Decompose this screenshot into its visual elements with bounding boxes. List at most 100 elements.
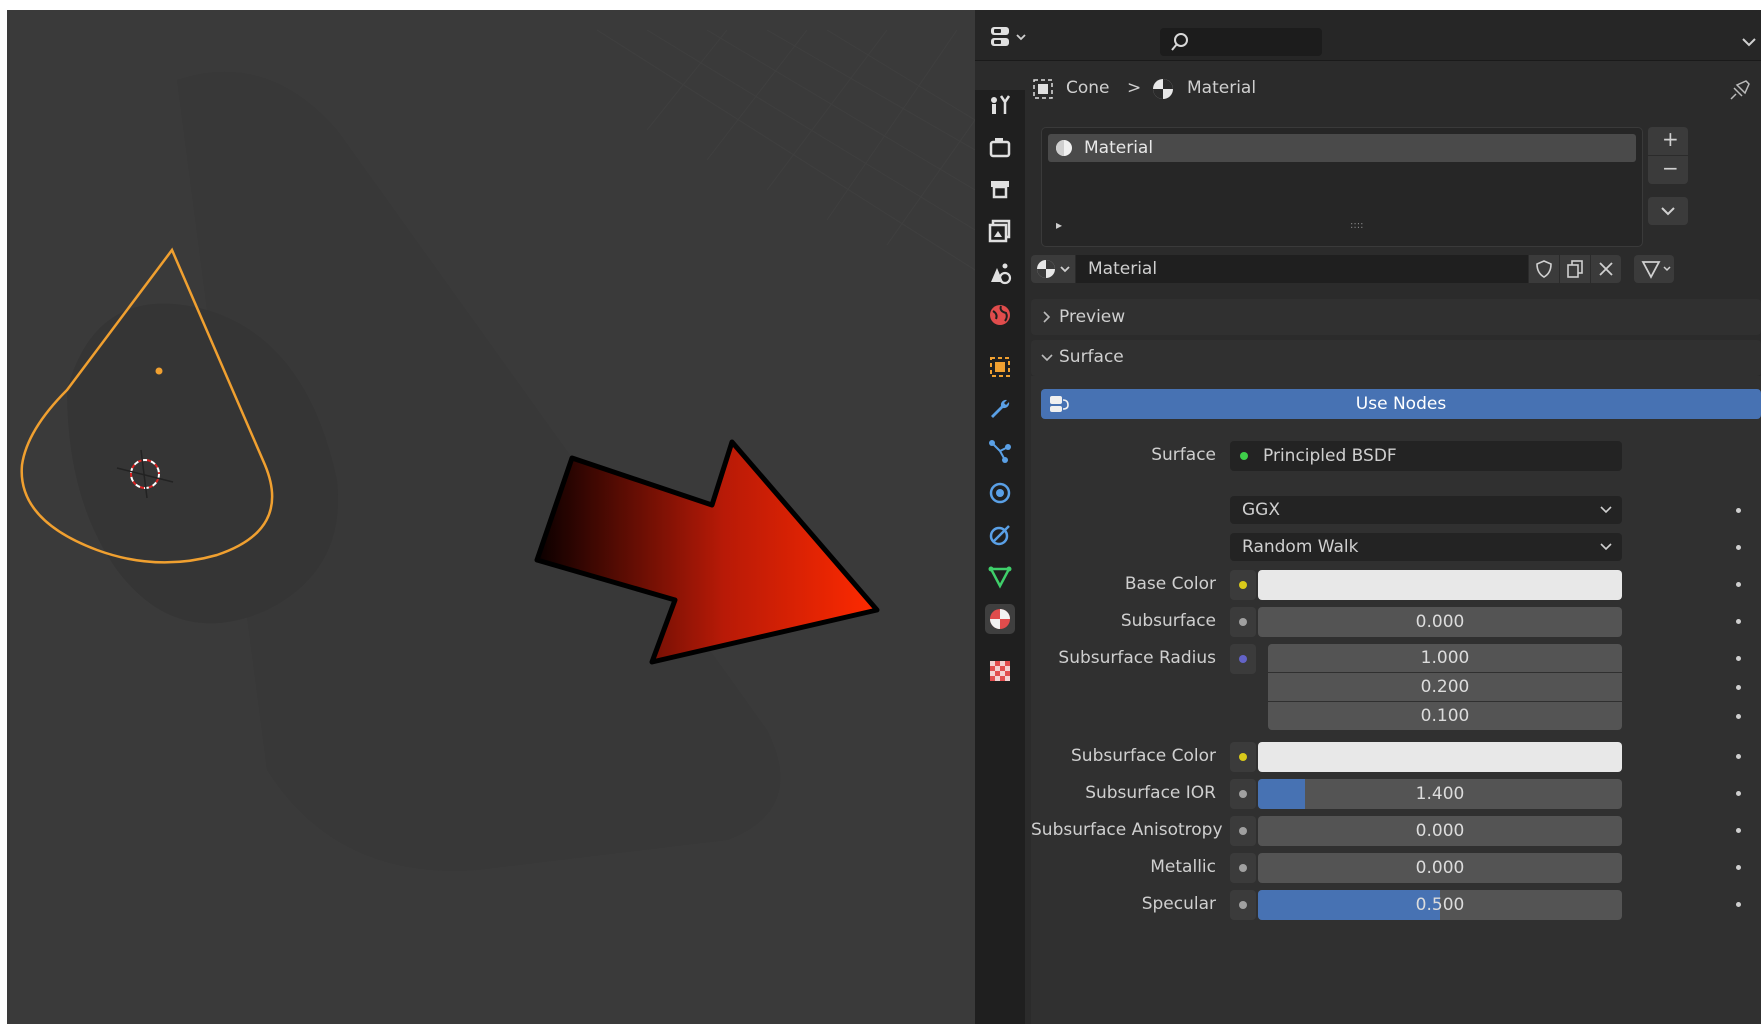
- search-input[interactable]: [1160, 28, 1322, 56]
- search-icon: [1171, 33, 1188, 51]
- metallic-socket[interactable]: [1230, 853, 1256, 883]
- subsurface-color-socket[interactable]: [1230, 742, 1256, 772]
- tab-object[interactable]: [985, 352, 1015, 382]
- scene-icon: [991, 263, 1012, 285]
- keyframe-dot[interactable]: [1736, 828, 1741, 833]
- chevron-right-icon: [1043, 311, 1051, 323]
- preview-panel-header[interactable]: Preview: [1031, 299, 1761, 335]
- color-socket-icon: [1239, 581, 1247, 589]
- preview-panel-title: Preview: [1059, 307, 1126, 327]
- material-name-field[interactable]: Material: [1076, 255, 1528, 283]
- tab-output[interactable]: [985, 174, 1015, 204]
- duplicate-material-button[interactable]: [1560, 255, 1590, 283]
- breadcrumb: Cone > Material: [1031, 74, 1750, 104]
- keyframe-dot[interactable]: [1736, 791, 1741, 796]
- specular-socket[interactable]: [1230, 890, 1256, 920]
- metallic-slider[interactable]: 0.000: [1258, 853, 1622, 883]
- keyframe-dot[interactable]: [1736, 685, 1741, 690]
- keyframe-dot[interactable]: [1736, 714, 1741, 719]
- base-color-swatch[interactable]: [1258, 570, 1622, 600]
- tab-texture[interactable]: [985, 656, 1015, 686]
- surface-panel-header[interactable]: Surface: [1031, 340, 1761, 376]
- keyframe-dot[interactable]: [1736, 619, 1741, 624]
- subsurface-method-dropdown[interactable]: Random Walk: [1230, 533, 1622, 561]
- modifier-icon: [991, 399, 1010, 418]
- grid-floor: [596, 29, 975, 271]
- color-socket-icon: [1239, 753, 1247, 761]
- tab-constraints[interactable]: [985, 520, 1015, 550]
- tab-material[interactable]: [985, 604, 1015, 634]
- pin-icon[interactable]: [1728, 76, 1754, 102]
- physics-icon: [989, 482, 1011, 504]
- editor-type-icon: [991, 27, 1026, 46]
- link-mode-button[interactable]: [1634, 255, 1674, 283]
- tab-scene[interactable]: [985, 258, 1015, 288]
- base-color-label: Base Color: [1124, 574, 1216, 594]
- slot-specials-button[interactable]: [1648, 197, 1688, 225]
- keyframe-dot[interactable]: [1736, 582, 1741, 587]
- editor-type-button[interactable]: [987, 24, 1031, 50]
- tab-render[interactable]: [985, 132, 1015, 162]
- tab-tool[interactable]: [985, 90, 1015, 120]
- subsurface-ior-slider[interactable]: 1.400: [1258, 779, 1622, 809]
- remove-slot-button[interactable]: −: [1648, 156, 1688, 184]
- breadcrumb-material: Material: [1187, 78, 1257, 98]
- material-slot-list[interactable]: Material ▸ ::::: [1041, 127, 1643, 247]
- add-slot-button[interactable]: +: [1648, 127, 1688, 155]
- tab-particles[interactable]: [985, 436, 1015, 466]
- subsurface-ior-label: Subsurface IOR: [1085, 783, 1216, 803]
- material-slot-label: Material: [1084, 138, 1154, 158]
- world-icon: [990, 305, 1010, 325]
- subsurface-radius-y[interactable]: 0.200: [1268, 673, 1622, 701]
- base-color-socket[interactable]: [1230, 570, 1256, 600]
- particles-icon: [989, 440, 1011, 463]
- keyframe-dot[interactable]: [1736, 754, 1741, 759]
- subsurface-label: Subsurface: [1120, 611, 1216, 631]
- subsurface-anisotropy-slider[interactable]: 0.000: [1258, 816, 1622, 846]
- options-chevron-icon[interactable]: [1737, 32, 1761, 52]
- subsurface-radius-x[interactable]: 1.000: [1268, 644, 1622, 672]
- properties-header: [975, 10, 1761, 61]
- subsurface-slider[interactable]: 0.000: [1258, 607, 1622, 637]
- keyframe-dot[interactable]: [1736, 656, 1741, 661]
- material-browse-button[interactable]: [1031, 255, 1075, 283]
- subsurface-ior-value: 1.400: [1415, 784, 1465, 804]
- subsurface-color-label: Subsurface Color: [1071, 746, 1216, 766]
- subsurface-socket[interactable]: [1230, 607, 1256, 637]
- surface-shader-field[interactable]: Principled BSDF: [1230, 441, 1622, 471]
- chevron-down-icon: [1600, 506, 1612, 514]
- chevron-down-icon: [1661, 207, 1675, 216]
- subsurface-radius-socket[interactable]: [1230, 644, 1256, 674]
- fake-user-button[interactable]: [1529, 255, 1559, 283]
- specular-label: Specular: [1141, 894, 1216, 914]
- metallic-label: Metallic: [1150, 857, 1216, 877]
- keyframe-dot[interactable]: [1736, 902, 1741, 907]
- subsurface-anisotropy-socket[interactable]: [1230, 816, 1256, 846]
- texture-icon: [990, 661, 1010, 681]
- material-slot-row[interactable]: Material: [1048, 134, 1636, 162]
- subsurface-radius-z[interactable]: 0.100: [1268, 702, 1622, 730]
- material-name: Material: [1088, 259, 1158, 279]
- breadcrumb-object: Cone: [1066, 78, 1110, 98]
- tab-view-layer[interactable]: [985, 216, 1015, 246]
- resize-grip-icon[interactable]: ::::: [1350, 220, 1363, 231]
- keyframe-dot[interactable]: [1736, 545, 1741, 550]
- material-preview-icon: [1056, 140, 1072, 156]
- keyframe-dot[interactable]: [1736, 865, 1741, 870]
- view-layer-icon: [988, 219, 1011, 243]
- distribution-dropdown[interactable]: GGX: [1230, 496, 1622, 524]
- 3d-viewport[interactable]: [7, 10, 975, 1024]
- subsurface-ior-socket[interactable]: [1230, 779, 1256, 809]
- keyframe-dot[interactable]: [1736, 508, 1741, 513]
- tab-physics[interactable]: [985, 478, 1015, 508]
- use-nodes-button[interactable]: Use Nodes: [1041, 389, 1761, 419]
- tab-data[interactable]: [985, 562, 1015, 592]
- specular-slider[interactable]: 0.500: [1258, 890, 1622, 920]
- tab-modifier[interactable]: [985, 394, 1015, 424]
- tab-world[interactable]: [985, 300, 1015, 330]
- expand-triangle-icon[interactable]: ▸: [1056, 218, 1062, 232]
- unlink-material-button[interactable]: [1591, 255, 1621, 283]
- distribution-value: GGX: [1242, 500, 1280, 520]
- subsurface-method-value: Random Walk: [1242, 537, 1359, 557]
- subsurface-color-swatch[interactable]: [1258, 742, 1622, 772]
